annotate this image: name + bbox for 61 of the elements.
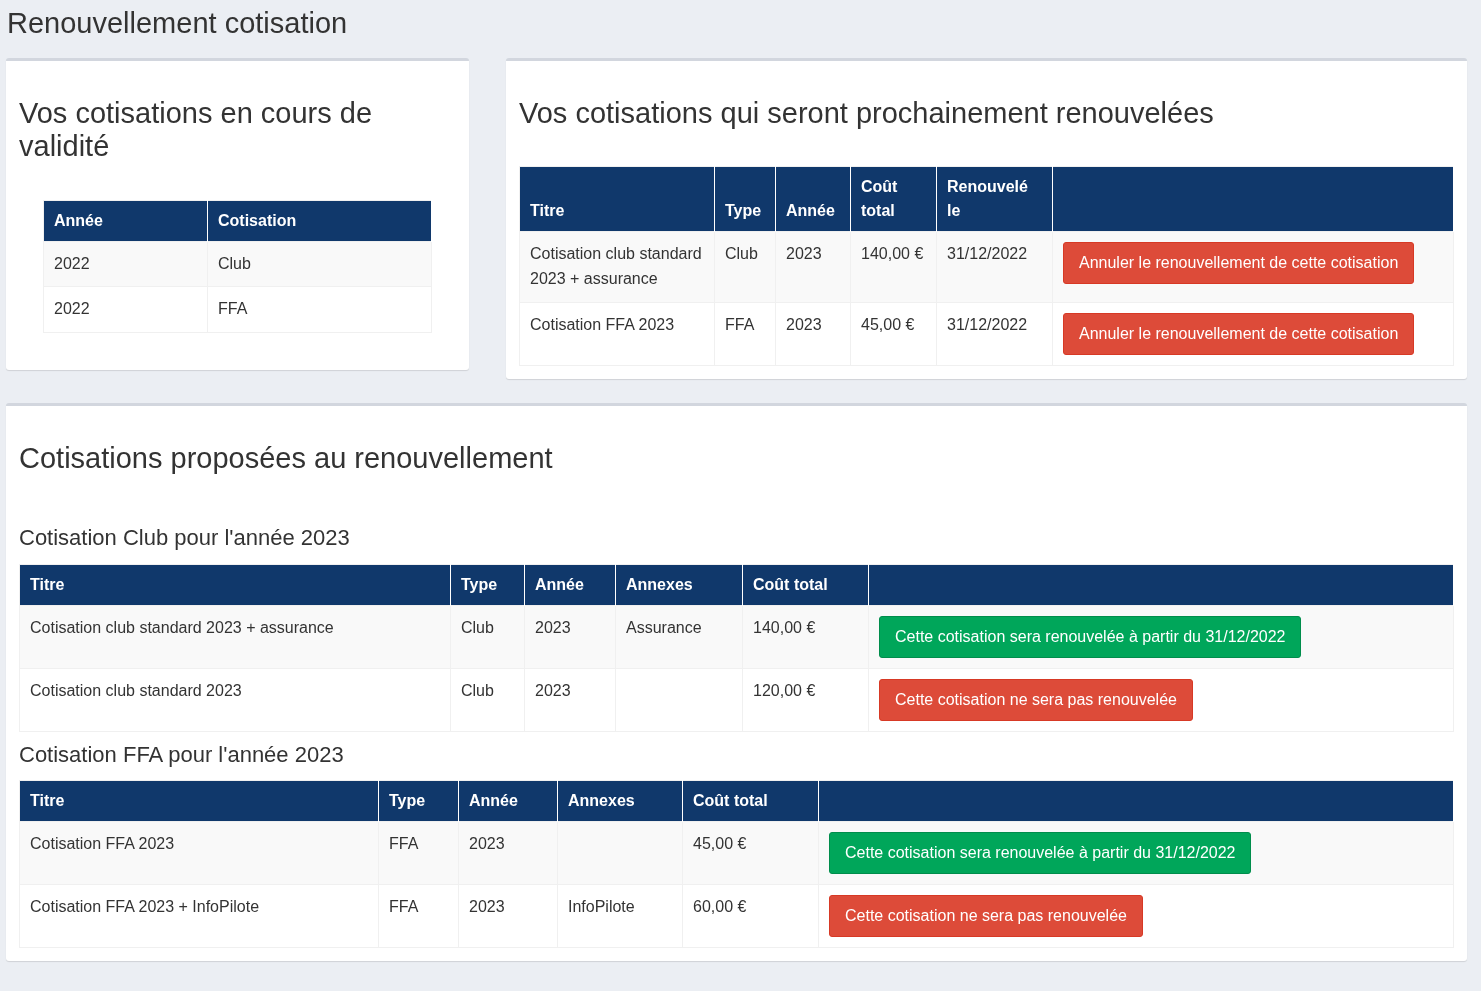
column-header: Cotisation: [207, 200, 432, 242]
table-cell: 60,00 €: [682, 884, 819, 948]
column-header: Annexes: [557, 780, 683, 822]
column-header: Coût total: [850, 166, 937, 232]
table-cell: 2023: [524, 605, 616, 669]
page-title: Renouvellement cotisation: [7, 8, 349, 40]
table-cell: 2023: [458, 884, 558, 948]
table-cell: Cotisation FFA 2023 + InfoPilote: [19, 884, 379, 948]
column-header: Renouvelé le: [936, 166, 1053, 232]
table-cell: 2022: [43, 286, 208, 333]
column-header: Année: [524, 564, 616, 606]
table-cell: FFA: [207, 286, 432, 333]
table-cell: Cotisation FFA 2023: [19, 821, 379, 885]
table-cell: Cotisation club standard 2023 + assurance: [19, 605, 451, 669]
table-cell: Cotisation FFA 2023: [519, 302, 715, 366]
table-cell: Cotisation club standard 2023 + assurance: [519, 231, 715, 303]
table-cell: FFA: [378, 884, 459, 948]
table-cell: 2022: [43, 241, 208, 287]
column-header: Titre: [519, 166, 715, 232]
cancel-renewal-button[interactable]: Annuler le renouvellement de cette cotisation: [1063, 242, 1415, 285]
column-header: Coût total: [742, 564, 869, 606]
column-header: Année: [43, 200, 208, 242]
column-header: Type: [378, 780, 459, 822]
table-cell: 2023: [775, 302, 851, 366]
column-header: Type: [714, 166, 776, 232]
table-cell: 2023: [775, 231, 851, 303]
card-title: Cotisations proposées au renouvellement: [19, 441, 554, 476]
table-cell: Cotisation club standard 2023: [19, 668, 451, 732]
table-cell: 120,00 €: [742, 668, 869, 732]
column-header: Année: [775, 166, 851, 232]
table-cell: 140,00 €: [742, 605, 869, 669]
table-cell: Club: [450, 605, 525, 669]
table-cell: Club: [450, 668, 525, 732]
card-title: Vos cotisations en cours de validité: [19, 96, 374, 164]
table-cell: 140,00 €: [850, 231, 937, 303]
table-cell: InfoPilote: [557, 884, 683, 948]
column-header: Type: [450, 564, 525, 606]
renew-button[interactable]: Cette cotisation sera renouvelée à partir du 31/12/2022: [829, 831, 1252, 874]
column-header: Annexes: [615, 564, 743, 606]
table-cell: 45,00 €: [682, 821, 819, 885]
table-cell: Club: [207, 241, 432, 287]
column-header: Coût total: [682, 780, 819, 822]
table-cell: 2023: [524, 668, 616, 732]
table-cell: 2023: [458, 821, 558, 885]
table-cell: 31/12/2022: [936, 302, 1053, 366]
decline-button[interactable]: Cette cotisation ne sera pas renouvelée: [829, 894, 1143, 937]
decline-button[interactable]: Cette cotisation ne sera pas renouvelée: [879, 678, 1193, 721]
table-cell: FFA: [714, 302, 776, 366]
section-title: Cotisation Club pour l'année 2023: [19, 525, 351, 552]
table-cell: Assurance: [615, 605, 743, 669]
column-header: Titre: [19, 780, 379, 822]
table-cell: FFA: [378, 821, 459, 885]
table-cell: 45,00 €: [850, 302, 937, 366]
column-header: Année: [458, 780, 558, 822]
cancel-renewal-button[interactable]: Annuler le renouvellement de cette cotisation: [1063, 312, 1415, 355]
table-cell: Club: [714, 231, 776, 303]
table-cell: 31/12/2022: [936, 231, 1053, 303]
renew-button[interactable]: Cette cotisation sera renouvelée à partir du 31/12/2022: [879, 615, 1302, 658]
card-title: Vos cotisations qui seront prochainement renouvelées: [519, 96, 1215, 131]
column-header: Titre: [19, 564, 451, 606]
section-title: Cotisation FFA pour l'année 2023: [19, 741, 345, 768]
